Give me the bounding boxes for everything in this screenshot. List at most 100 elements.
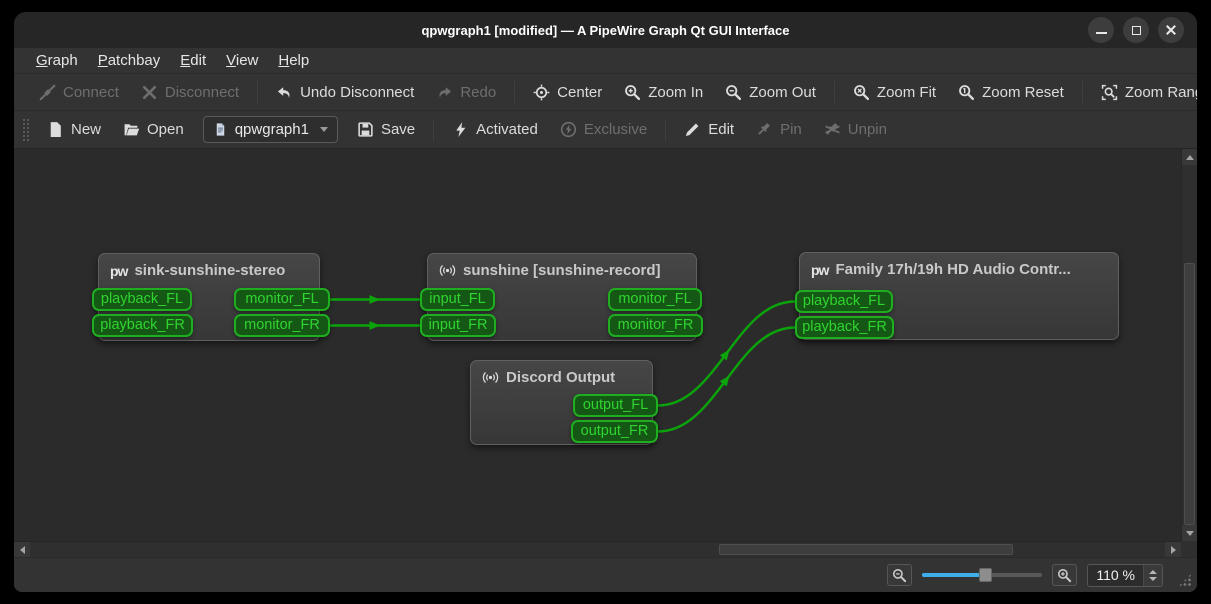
spin-up-button[interactable] <box>1149 569 1157 574</box>
activated-toggle[interactable]: Activated <box>441 115 549 144</box>
port-sink-playback-fl[interactable]: playback_FL <box>92 288 192 311</box>
toolbar-separator <box>1081 81 1083 103</box>
toolbar-separator <box>514 81 516 103</box>
patchbay-select-value: qpwgraph1 <box>234 121 309 138</box>
patchbay-toolbar: New Open qpwgraph1 Save Activated Exclus… <box>14 110 1197 148</box>
menu-edit[interactable]: Edit <box>170 50 216 71</box>
horizontal-scrollbar[interactable] <box>14 541 1181 557</box>
statusbar-zoom-out-button[interactable] <box>887 564 913 586</box>
scroll-right-button[interactable] <box>1165 542 1181 557</box>
vertical-scrollbar-thumb[interactable] <box>1184 263 1195 525</box>
connection-output-fr-to-playback-fr[interactable] <box>657 326 796 433</box>
open-folder-icon <box>124 124 140 136</box>
graph-canvas[interactable]: pw sink-sunshine-stereo playback_FL play… <box>14 148 1197 557</box>
port-sunshine-input-fr[interactable]: input_FR <box>420 314 496 337</box>
save-icon <box>358 122 373 137</box>
zoom-in-button[interactable]: Zoom In <box>613 78 714 107</box>
zoom-reset-button[interactable]: Zoom Reset <box>947 78 1075 107</box>
redo-button[interactable]: Redo <box>425 78 507 107</box>
save-button[interactable]: Save <box>346 115 426 144</box>
disconnect-button[interactable]: Disconnect <box>130 78 250 107</box>
window-resize-grip[interactable] <box>1178 573 1192 587</box>
new-file-icon <box>50 122 61 137</box>
edit-label: Edit <box>708 121 735 138</box>
undo-disconnect-button[interactable]: Undo Disconnect <box>265 78 425 107</box>
new-button[interactable]: New <box>36 115 112 144</box>
titlebar[interactable]: qpwgraph1 [modified] — A PipeWire Graph … <box>14 12 1197 48</box>
port-sink-playback-fr[interactable]: playback_FR <box>92 314 193 337</box>
port-sink-monitor-fl[interactable]: monitor_FL <box>234 288 330 311</box>
zoom-out-button[interactable]: Zoom Out <box>714 78 827 107</box>
minimize-icon <box>1095 32 1107 34</box>
menu-graph[interactable]: Graph <box>26 50 88 71</box>
redo-label: Redo <box>460 83 497 101</box>
statusbar-zoom-in-button[interactable] <box>1052 564 1078 586</box>
patchbay-select[interactable]: qpwgraph1 <box>202 116 338 143</box>
app-window: qpwgraph1 [modified] — A PipeWire Graph … <box>14 12 1197 592</box>
undo-icon <box>277 86 290 98</box>
pin-label: Pin <box>780 121 802 138</box>
scroll-down-button[interactable] <box>1182 525 1197 541</box>
unpin-icon <box>825 123 840 135</box>
toolbar-drag-handle[interactable] <box>22 117 30 142</box>
port-discord-output-fl[interactable]: output_FL <box>573 394 658 417</box>
zoom-slider[interactable] <box>922 568 1043 582</box>
toolbar-separator <box>665 118 667 141</box>
zoom-out-label: Zoom Out <box>749 83 816 101</box>
pin-icon <box>758 123 770 135</box>
spinbox-arrows <box>1143 564 1162 586</box>
scrollbar-corner <box>1181 541 1197 557</box>
zoom-slider-handle[interactable] <box>978 568 992 582</box>
activated-bolt-icon <box>456 122 466 137</box>
menu-help[interactable]: Help <box>268 50 319 71</box>
edit-button[interactable]: Edit <box>673 115 745 144</box>
port-sink-monitor-fr[interactable]: monitor_FR <box>234 314 330 337</box>
scroll-left-button[interactable] <box>14 542 30 557</box>
vertical-scrollbar[interactable] <box>1181 149 1197 541</box>
spin-down-button[interactable] <box>1149 576 1157 581</box>
zoom-percentage-spinbox[interactable]: 110 % <box>1087 563 1163 587</box>
connect-label: Connect <box>63 83 119 101</box>
close-icon <box>1165 24 1177 36</box>
zoom-fit-button[interactable]: Zoom Fit <box>842 78 947 107</box>
close-button[interactable] <box>1158 17 1184 43</box>
exclusive-bolt-icon <box>560 121 576 138</box>
pin-button[interactable]: Pin <box>745 115 813 144</box>
arrow-down-icon <box>1185 530 1194 536</box>
center-button[interactable]: Center <box>522 78 613 107</box>
zoom-fit-label: Zoom Fit <box>876 83 937 101</box>
menu-patchbay[interactable]: Patchbay <box>88 50 171 71</box>
arrow-left-icon <box>19 545 25 554</box>
redo-icon <box>439 86 452 98</box>
statusbar: 110 % <box>14 557 1197 592</box>
port-family-playback-fr[interactable]: playback_FR <box>795 316 894 339</box>
disconnect-label: Disconnect <box>164 83 240 101</box>
unpin-label: Unpin <box>847 121 887 138</box>
unpin-button[interactable]: Unpin <box>813 115 898 144</box>
edit-pencil-icon <box>686 123 699 137</box>
exclusive-toggle[interactable]: Exclusive <box>549 115 658 144</box>
undo-disconnect-label: Undo Disconnect <box>300 83 415 101</box>
connect-button[interactable]: Connect <box>28 78 130 107</box>
connect-icon <box>39 84 56 100</box>
arrow-up-icon <box>1185 154 1194 160</box>
port-sunshine-monitor-fr[interactable]: monitor_FR <box>608 314 703 337</box>
minimize-button[interactable] <box>1088 17 1114 43</box>
maximize-button[interactable] <box>1123 17 1149 43</box>
toolbar-separator <box>833 81 835 103</box>
menu-view[interactable]: View <box>216 50 268 71</box>
port-sunshine-input-fl[interactable]: input_FL <box>420 288 495 311</box>
zoom-range-icon <box>1101 84 1117 100</box>
menubar: Graph Patchbay Edit View Help <box>14 48 1197 73</box>
zoom-range-button[interactable]: Zoom Range <box>1090 78 1197 107</box>
disconnect-icon <box>142 85 156 99</box>
new-label: New <box>71 121 102 138</box>
open-button[interactable]: Open <box>112 115 195 144</box>
toolbar-separator <box>257 81 259 103</box>
port-sunshine-monitor-fl[interactable]: monitor_FL <box>608 288 702 311</box>
port-discord-output-fr[interactable]: output_FR <box>571 420 658 443</box>
horizontal-scrollbar-thumb[interactable] <box>719 544 1013 555</box>
port-family-playback-fl[interactable]: playback_FL <box>795 290 893 313</box>
scroll-up-button[interactable] <box>1182 149 1197 165</box>
zoom-percentage-value: 110 % <box>1096 566 1135 583</box>
